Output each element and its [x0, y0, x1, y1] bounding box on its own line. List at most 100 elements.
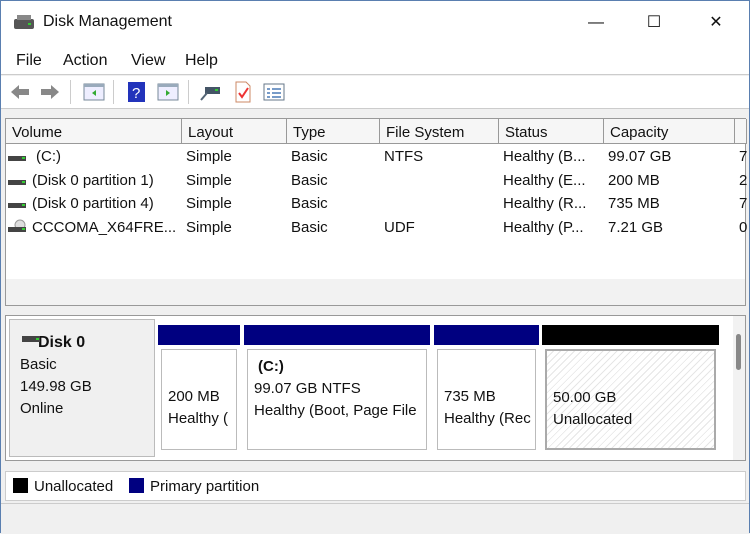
partition-0[interactable]: 200 MB Healthy (	[158, 325, 240, 450]
list-view-icon[interactable]	[263, 81, 285, 103]
cell-status: Healthy (P...	[503, 218, 584, 236]
properties-icon[interactable]	[232, 81, 254, 103]
cd-drive-icon	[8, 219, 26, 232]
window-title: Disk Management	[43, 13, 172, 30]
table-cell: Basic	[287, 195, 380, 218]
cell-status: Healthy (R...	[503, 195, 587, 212]
partition-size: 200 MB	[168, 388, 220, 405]
cell-capacity: 735 MB	[608, 195, 660, 212]
partition-status: Unallocated	[553, 411, 633, 428]
disk-state: Online	[20, 400, 64, 417]
partition-body: (C:) 99.07 GB NTFS Healthy (Boot, Page F…	[247, 349, 427, 450]
drive-icon	[8, 179, 26, 185]
column-header-layout[interactable]: Layout	[182, 119, 287, 144]
forward-icon[interactable]	[39, 81, 61, 103]
table-cell: Basic	[287, 219, 380, 242]
cell-capacity: 7.21 GB	[608, 218, 664, 236]
legend: Unallocated Primary partition	[5, 471, 746, 501]
table-cell: (Disk 0 partition 1)	[6, 172, 182, 195]
table-cell: Basic	[287, 148, 380, 171]
title-bar: Disk Management — ☐ ✕	[1, 1, 749, 45]
table-cell: (C:)	[6, 148, 182, 171]
table-cell: UDF	[380, 219, 499, 242]
back-icon[interactable]	[9, 81, 31, 103]
table-row[interactable]: (Disk 0 partition 4) Simple Basic Healthy (…	[6, 194, 747, 218]
maximize-button[interactable]: ☐	[631, 9, 677, 37]
show-hide-console-tree-icon[interactable]	[83, 81, 105, 103]
disk-graphical-view: Disk 0 Basic 149.98 GB Online 200 MB Hea…	[5, 315, 746, 461]
scrollbar-thumb[interactable]	[736, 334, 741, 370]
cell-fs: NTFS	[384, 148, 424, 165]
toolbar-separator	[113, 80, 114, 104]
table-cell: CCCOMA_X64FRE...	[6, 219, 182, 242]
column-header-free-space[interactable]	[735, 119, 747, 144]
column-header-capacity[interactable]: Capacity	[604, 119, 735, 144]
legend-label-unallocated: Unallocated	[34, 478, 114, 495]
partition-1[interactable]: (C:) 99.07 GB NTFS Healthy (Boot, Page F…	[244, 325, 430, 450]
table-cell: 7	[735, 148, 747, 171]
partition-bar	[244, 325, 430, 345]
help-icon[interactable]: ?	[126, 81, 148, 103]
cell-capacity: 200 MB	[608, 171, 660, 189]
partition-3[interactable]: 50.00 GB Unallocated	[542, 325, 719, 450]
connect-disk-icon[interactable]	[199, 81, 221, 103]
minimize-button[interactable]: —	[573, 9, 619, 37]
table-cell: 0	[735, 219, 747, 242]
table-cell	[380, 195, 499, 218]
cell-extra: 2	[739, 171, 747, 189]
column-header-status[interactable]: Status	[499, 119, 604, 144]
menu-file[interactable]: File	[16, 52, 42, 70]
vertical-scrollbar[interactable]	[733, 316, 745, 460]
horizontal-scrollbar[interactable]	[6, 279, 745, 452]
disk-management-icon	[14, 15, 34, 29]
cell-layout: Simple	[186, 195, 232, 212]
table-cell: Simple	[182, 172, 287, 195]
legend-swatch-unallocated	[13, 478, 28, 493]
table-cell: 735 MB	[604, 195, 735, 218]
cell-type: Basic	[291, 218, 328, 236]
close-button[interactable]: ✕	[693, 9, 739, 37]
menu-help[interactable]: Help	[185, 52, 218, 70]
cell-status: Healthy (E...	[503, 171, 586, 189]
toolbar-separator	[70, 80, 71, 104]
toolbar-separator	[188, 80, 189, 104]
status-bar	[1, 503, 749, 534]
table-cell: 99.07 GB	[604, 148, 735, 171]
cell-capacity: 99.07 GB	[608, 148, 672, 165]
partition-status: Healthy (	[168, 410, 229, 427]
partition-body: 735 MB Healthy (Rec	[437, 349, 536, 450]
partition-bar	[158, 325, 240, 345]
disk-type: Basic	[20, 356, 57, 373]
menu-action[interactable]: Action	[63, 52, 107, 70]
menu-view[interactable]: View	[131, 52, 165, 70]
partition-name: (C:)	[258, 358, 284, 375]
show-hide-action-pane-icon[interactable]	[157, 81, 179, 103]
column-header-type[interactable]: Type	[287, 119, 380, 144]
table-row[interactable]: (C:) Simple Basic NTFS Healthy (B... 99.07 GB…	[6, 147, 747, 171]
drive-icon	[8, 203, 26, 209]
table-cell: 7.21 GB	[604, 219, 735, 242]
cell-type: Basic	[291, 195, 328, 212]
cell-layout: Simple	[186, 171, 232, 189]
partition-size: 99.07 GB NTFS	[254, 380, 361, 397]
cell-extra: 7	[739, 148, 747, 165]
cell-status: Healthy (B...	[503, 148, 586, 165]
disk-0-label[interactable]: Disk 0 Basic 149.98 GB Online	[9, 319, 155, 457]
table-cell: Basic	[287, 172, 380, 195]
table-cell: 200 MB	[604, 172, 735, 195]
drive-icon	[8, 156, 26, 162]
column-header-file-system[interactable]: File System	[380, 119, 499, 144]
table-cell: Simple	[182, 148, 287, 171]
partition-2[interactable]: 735 MB Healthy (Rec	[434, 325, 539, 450]
table-cell: (Disk 0 partition 4)	[6, 195, 182, 218]
partition-size: 50.00 GB	[553, 389, 617, 406]
column-header-volume[interactable]: Volume	[6, 119, 182, 144]
table-row[interactable]: CCCOMA_X64FRE... Simple Basic UDF Healthy (P…	[6, 218, 747, 242]
table-cell: 7	[735, 195, 747, 218]
toolbar: ?	[1, 76, 749, 109]
partition-size: 735 MB	[444, 388, 496, 405]
cell-volume: CCCOMA_X64FRE...	[32, 218, 177, 236]
table-cell: Simple	[182, 195, 287, 218]
partition-status: Healthy (Rec	[444, 410, 531, 427]
table-row[interactable]: (Disk 0 partition 1) Simple Basic Healthy (…	[6, 171, 747, 195]
